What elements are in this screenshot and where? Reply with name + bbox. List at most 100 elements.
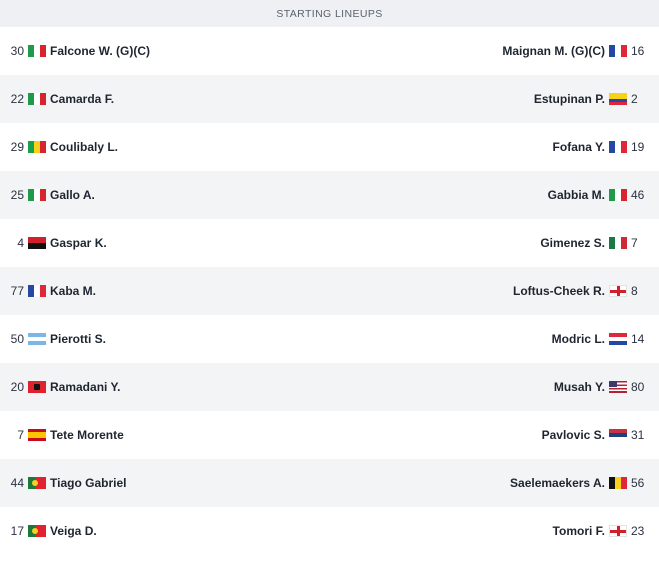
home-player[interactable]: 77 Kaba M. (0, 284, 96, 298)
home-player-number: 50 (10, 332, 24, 346)
lineup-row: 25 Gallo A. Gabbia M. 46 (0, 171, 659, 219)
away-player-number: 56 (631, 476, 645, 490)
usa-flag-icon (609, 381, 627, 393)
portugal-flag-icon (28, 525, 46, 537)
home-player-number: 44 (10, 476, 24, 490)
croatia-flag-icon (609, 333, 627, 345)
away-player-number: 80 (631, 380, 645, 394)
away-player-number: 2 (631, 92, 638, 106)
home-player-number: 17 (10, 524, 24, 538)
away-player-number: 7 (631, 236, 638, 250)
away-player-number: 23 (631, 524, 645, 538)
away-player[interactable]: Estupinan P. 2 (534, 92, 659, 106)
away-player-name: Gabbia M. (547, 188, 605, 202)
ecuador-flag-icon (609, 93, 627, 105)
home-player-number: 30 (10, 44, 24, 58)
section-header: STARTING LINEUPS (0, 0, 659, 27)
away-player-name: Loftus-Cheek R. (512, 284, 605, 298)
away-player[interactable]: Musah Y. 80 (554, 380, 659, 394)
france-flag-icon (609, 141, 627, 153)
away-player-name: Modric L. (551, 332, 605, 346)
portugal-flag-icon (28, 477, 46, 489)
home-player-number: 25 (10, 188, 24, 202)
france-flag-icon (28, 285, 46, 297)
home-player-name: Gaspar K. (50, 236, 107, 250)
lineup-row: 30 Falcone W. (G)(C) Maignan M. (G)(C) 1… (0, 27, 659, 75)
argentina-flag-icon (28, 333, 46, 345)
home-player-name: Camarda F. (50, 92, 115, 106)
home-player-number: 77 (10, 284, 24, 298)
england-flag-icon (609, 285, 627, 297)
lineup-row: 17 Veiga D. Tomori F. 23 (0, 507, 659, 555)
home-player-name: Pierotti S. (50, 332, 107, 346)
lineup-row: 77 Kaba M. Loftus-Cheek R. 8 (0, 267, 659, 315)
home-player-number: 7 (17, 428, 24, 442)
angola-flag-icon (28, 237, 46, 249)
mexico-flag-icon (609, 237, 627, 249)
italy-flag-icon (28, 45, 46, 57)
home-player-number: 29 (10, 140, 24, 154)
home-player-name: Falcone W. (G)(C) (50, 44, 150, 58)
home-player[interactable]: 7 Tete Morente (0, 428, 124, 442)
away-player[interactable]: Fofana Y. 19 (553, 140, 659, 154)
spain-flag-icon (28, 429, 46, 441)
lineup-row: 4 Gaspar K. Gimenez S. 7 (0, 219, 659, 267)
home-player[interactable]: 30 Falcone W. (G)(C) (0, 44, 150, 58)
away-player-name: Pavlovic S. (541, 428, 605, 442)
home-player[interactable]: 25 Gallo A. (0, 188, 95, 202)
away-player-name: Fofana Y. (552, 140, 605, 154)
away-player-number: 19 (631, 140, 645, 154)
lineup-row: 29 Coulibaly L. Fofana Y. 19 (0, 123, 659, 171)
away-player[interactable]: Tomori F. 23 (553, 524, 659, 538)
away-player-name: Gimenez S. (540, 236, 605, 250)
lineup-row: 7 Tete Morente Pavlovic S. 31 (0, 411, 659, 459)
home-player[interactable]: 4 Gaspar K. (0, 236, 107, 250)
home-player-name: Ramadani Y. (50, 380, 121, 394)
home-player[interactable]: 17 Veiga D. (0, 524, 97, 538)
home-player[interactable]: 22 Camarda F. (0, 92, 114, 106)
away-player[interactable]: Gimenez S. 7 (540, 236, 659, 250)
home-player-name: Gallo A. (50, 188, 95, 202)
away-player[interactable]: Modric L. 14 (552, 332, 659, 346)
lineup-row: 22 Camarda F. Estupinan P. 2 (0, 75, 659, 123)
lineup-row: 50 Pierotti S. Modric L. 14 (0, 315, 659, 363)
away-player[interactable]: Gabbia M. 46 (548, 188, 659, 202)
away-player-number: 14 (631, 332, 645, 346)
lineup-list: 30 Falcone W. (G)(C) Maignan M. (G)(C) 1… (0, 27, 659, 555)
albania-flag-icon (28, 381, 46, 393)
section-title: STARTING LINEUPS (276, 7, 383, 20)
away-player-number: 16 (631, 44, 645, 58)
away-player-name: Saelemaekers A. (510, 476, 605, 490)
away-player-name: Musah Y. (553, 380, 605, 394)
away-player[interactable]: Saelemaekers A. 56 (510, 476, 659, 490)
away-player-name: Estupinan P. (533, 92, 605, 106)
away-player-number: 46 (631, 188, 645, 202)
serbia-flag-icon (609, 429, 627, 441)
away-player-number: 31 (631, 428, 645, 442)
home-player[interactable]: 20 Ramadani Y. (0, 380, 121, 394)
away-player-name: Tomori F. (552, 524, 605, 538)
home-player[interactable]: 29 Coulibaly L. (0, 140, 118, 154)
home-player-name: Veiga D. (50, 524, 97, 538)
away-player[interactable]: Loftus-Cheek R. 8 (513, 284, 659, 298)
home-player[interactable]: 50 Pierotti S. (0, 332, 106, 346)
away-player-name: Maignan M. (G)(C) (502, 44, 605, 58)
home-player-name: Kaba M. (50, 284, 97, 298)
home-player-name: Coulibaly L. (50, 140, 119, 154)
belgium-flag-icon (609, 477, 627, 489)
home-player-number: 4 (17, 236, 24, 250)
mali-flag-icon (28, 141, 46, 153)
home-player-number: 20 (10, 380, 24, 394)
france-flag-icon (609, 45, 627, 57)
lineup-row: 44 Tiago Gabriel Saelemaekers A. 56 (0, 459, 659, 507)
home-player-name: Tiago Gabriel (50, 476, 127, 490)
away-player[interactable]: Maignan M. (G)(C) 16 (502, 44, 659, 58)
italy-flag-icon (609, 189, 627, 201)
away-player[interactable]: Pavlovic S. 31 (542, 428, 659, 442)
home-player-name: Tete Morente (50, 428, 124, 442)
away-player-number: 8 (631, 284, 638, 298)
lineup-row: 20 Ramadani Y. Musah Y. 80 (0, 363, 659, 411)
italy-flag-icon (28, 189, 46, 201)
home-player[interactable]: 44 Tiago Gabriel (0, 476, 127, 490)
italy-flag-icon (28, 93, 46, 105)
